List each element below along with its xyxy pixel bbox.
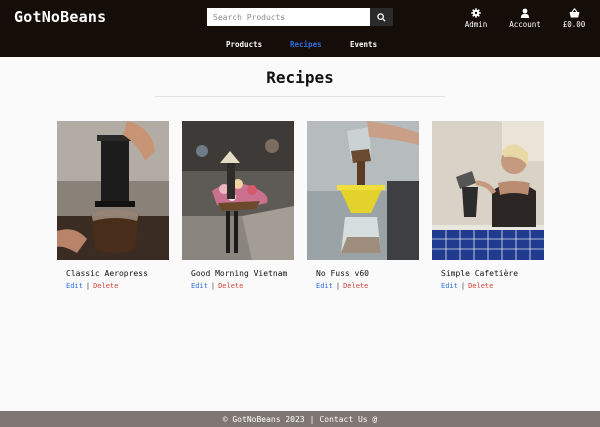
search-icon xyxy=(377,12,386,22)
basket-total: £0.00 xyxy=(562,20,586,29)
recipe-card: No Fuss v60 Edit | Delete xyxy=(307,121,419,290)
recipe-card: Simple Cafetière Edit | Delete xyxy=(432,121,544,290)
action-separator: | xyxy=(85,282,91,290)
contact-link[interactable]: Contact Us @ xyxy=(319,415,377,424)
main-nav: Products Recipes Events xyxy=(0,40,600,52)
recipe-actions: Edit | Delete xyxy=(316,282,419,290)
action-separator: | xyxy=(210,282,216,290)
recipe-actions: Edit | Delete xyxy=(66,282,169,290)
footer-copyright: © GotNoBeans 2023 xyxy=(222,414,305,424)
recipe-image-vietnam[interactable] xyxy=(182,121,294,260)
nav-item-events[interactable]: Events xyxy=(350,40,377,49)
nav-item-products[interactable]: Products xyxy=(226,40,262,49)
recipe-card: Good Morning Vietnam Edit | Delete xyxy=(182,121,294,290)
user-icon xyxy=(520,7,530,18)
search-button[interactable] xyxy=(370,8,393,26)
recipe-name: Simple Cafetière xyxy=(441,269,519,278)
recipe-actions: Edit | Delete xyxy=(191,282,294,290)
title-divider xyxy=(155,96,445,97)
brand-logo[interactable]: GotNoBeans xyxy=(14,8,106,26)
delete-link[interactable]: Delete xyxy=(93,282,118,290)
nav-item-recipes[interactable]: Recipes xyxy=(290,40,322,49)
account-link[interactable]: Account xyxy=(508,7,542,29)
recipe-name: Good Morning Vietnam xyxy=(191,269,288,278)
search-input[interactable] xyxy=(207,8,370,26)
recipe-actions: Edit | Delete xyxy=(441,282,544,290)
footer: © GotNoBeans 2023 | Contact Us @ xyxy=(0,411,600,427)
recipe-image-v60[interactable] xyxy=(307,121,419,260)
admin-label: Admin xyxy=(464,20,488,29)
edit-link[interactable]: Edit xyxy=(441,282,458,290)
edit-link[interactable]: Edit xyxy=(316,282,333,290)
gear-icon xyxy=(471,7,481,18)
recipe-name: Classic Aeropress xyxy=(66,269,148,278)
recipe-image-aeropress[interactable] xyxy=(57,121,169,260)
basket-link[interactable]: £0.00 xyxy=(561,7,587,29)
footer-separator: | xyxy=(309,414,315,424)
edit-link[interactable]: Edit xyxy=(191,282,208,290)
recipe-card: Classic Aeropress Edit | Delete xyxy=(57,121,169,290)
search-bar xyxy=(207,8,393,26)
basket-icon xyxy=(569,7,580,18)
delete-link[interactable]: Delete xyxy=(468,282,493,290)
delete-link[interactable]: Delete xyxy=(218,282,243,290)
edit-link[interactable]: Edit xyxy=(66,282,83,290)
action-separator: | xyxy=(460,282,466,290)
page-title: Recipes xyxy=(266,68,334,87)
account-label: Account xyxy=(509,20,541,29)
recipe-image-cafetiere[interactable] xyxy=(432,121,544,260)
action-separator: | xyxy=(335,282,341,290)
delete-link[interactable]: Delete xyxy=(343,282,368,290)
admin-link[interactable]: Admin xyxy=(463,7,489,29)
recipe-name: No Fuss v60 xyxy=(316,269,369,278)
top-bar: GotNoBeans Admin xyxy=(0,0,600,57)
